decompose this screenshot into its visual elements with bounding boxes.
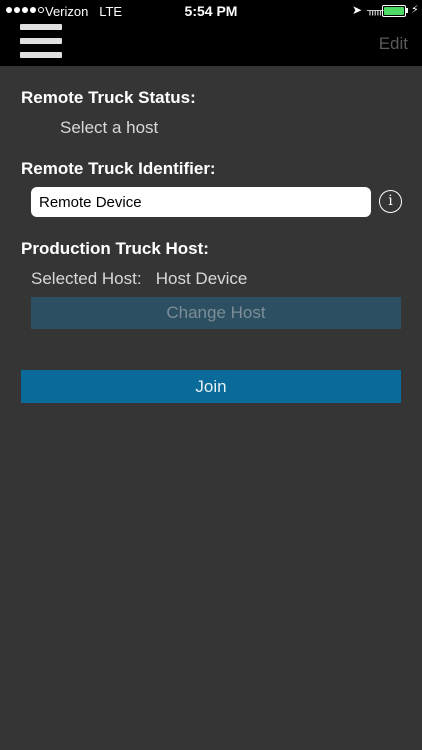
bluetooth-icon: ᚅ [367,3,384,17]
remote-truck-identifier-heading: Remote Truck Identifier: [21,159,216,178]
remote-truck-identifier-field[interactable] [31,187,371,217]
join-button[interactable]: Join [21,370,401,403]
hamburger-menu-icon[interactable] [20,24,62,58]
charging-bolt-icon: ⚡ [411,4,419,16]
change-host-button[interactable]: Change Host [31,297,401,329]
remote-truck-status-value: Select a host [60,118,159,137]
remote-truck-status-heading: Remote Truck Status: [21,88,196,107]
battery-tip [406,8,408,13]
production-truck-host-heading: Production Truck Host: [21,239,209,258]
selected-host-row: Selected Host: Host Device [31,269,247,289]
selected-host-value: Host Device [155,269,248,288]
selected-host-label: Selected Host: [31,269,142,288]
navigation-bar: Verizon LTE 5:54 PM ➤ ᚅ ⚡ Edit [0,0,422,66]
battery-icon [382,5,406,17]
location-arrow-icon: ➤ [352,3,363,17]
info-icon[interactable]: i [379,190,402,213]
status-bar: Verizon LTE 5:54 PM ➤ ᚅ ⚡ [0,0,422,22]
edit-button[interactable]: Edit [379,34,408,54]
